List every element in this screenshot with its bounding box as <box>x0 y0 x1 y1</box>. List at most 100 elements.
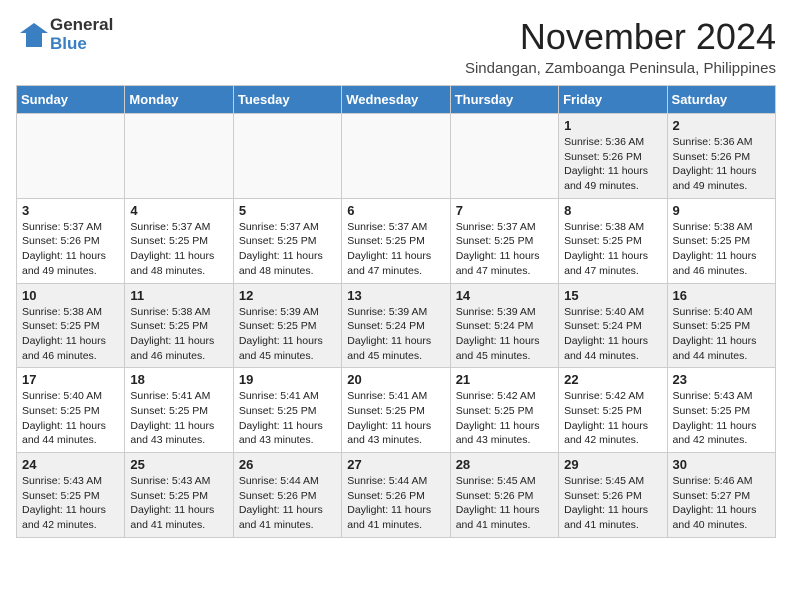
day-info: Sunrise: 5:44 AMSunset: 5:26 PMDaylight:… <box>239 474 336 533</box>
day-info: Sunrise: 5:41 AMSunset: 5:25 PMDaylight:… <box>130 389 227 448</box>
calendar-cell: 9 Sunrise: 5:38 AMSunset: 5:25 PMDaylight… <box>667 198 775 283</box>
calendar-week-row: 10Sunrise: 5:38 AMSunset: 5:25 PMDayligh… <box>17 283 776 368</box>
day-info: Sunrise: 5:36 AMSunset: 5:26 PMDaylight:… <box>564 135 661 194</box>
calendar-table: SundayMondayTuesdayWednesdayThursdayFrid… <box>16 85 776 538</box>
calendar-cell: 21 Sunrise: 5:42 AMSunset: 5:25 PMDayligh… <box>450 368 558 453</box>
calendar-cell <box>342 114 450 199</box>
day-number: 13 <box>347 288 444 303</box>
day-number: 6 <box>347 203 444 218</box>
day-number: 4 <box>130 203 227 218</box>
day-info: Sunrise: 5:40 AMSunset: 5:25 PMDaylight:… <box>673 305 770 364</box>
day-info: Sunrise: 5:37 AMSunset: 5:25 PMDaylight:… <box>456 220 553 279</box>
day-number: 19 <box>239 372 336 387</box>
calendar-cell: 3 Sunrise: 5:37 AMSunset: 5:26 PMDaylight… <box>17 198 125 283</box>
day-info: Sunrise: 5:39 AMSunset: 5:24 PMDaylight:… <box>347 305 444 364</box>
calendar-cell <box>450 114 558 199</box>
day-number: 18 <box>130 372 227 387</box>
day-info: Sunrise: 5:44 AMSunset: 5:26 PMDaylight:… <box>347 474 444 533</box>
calendar-cell: 26 Sunrise: 5:44 AMSunset: 5:26 PMDayligh… <box>233 453 341 538</box>
day-number: 9 <box>673 203 770 218</box>
weekday-header-friday: Friday <box>559 86 667 114</box>
day-number: 23 <box>673 372 770 387</box>
calendar-cell: 30 Sunrise: 5:46 AMSunset: 5:27 PMDayligh… <box>667 453 775 538</box>
calendar-cell: 22 Sunrise: 5:42 AMSunset: 5:25 PMDayligh… <box>559 368 667 453</box>
day-info: Sunrise: 5:40 AMSunset: 5:24 PMDaylight:… <box>564 305 661 364</box>
calendar-cell: 2 Sunrise: 5:36 AMSunset: 5:26 PMDaylight… <box>667 114 775 199</box>
day-number: 26 <box>239 457 336 472</box>
day-info: Sunrise: 5:42 AMSunset: 5:25 PMDaylight:… <box>564 389 661 448</box>
day-info: Sunrise: 5:43 AMSunset: 5:25 PMDaylight:… <box>22 474 119 533</box>
day-number: 21 <box>456 372 553 387</box>
calendar-week-row: 3 Sunrise: 5:37 AMSunset: 5:26 PMDaylight… <box>17 198 776 283</box>
day-info: Sunrise: 5:39 AMSunset: 5:25 PMDaylight:… <box>239 305 336 364</box>
logo-text: General Blue <box>50 16 113 53</box>
day-number: 5 <box>239 203 336 218</box>
weekday-header-sunday: Sunday <box>17 86 125 114</box>
calendar-week-row: 24 Sunrise: 5:43 AMSunset: 5:25 PMDayligh… <box>17 453 776 538</box>
day-info: Sunrise: 5:46 AMSunset: 5:27 PMDaylight:… <box>673 474 770 533</box>
page-header: General Blue November 2024 Sindangan, Za… <box>16 16 776 77</box>
day-info: Sunrise: 5:39 AMSunset: 5:24 PMDaylight:… <box>456 305 553 364</box>
day-info: Sunrise: 5:37 AMSunset: 5:26 PMDaylight:… <box>22 220 119 279</box>
weekday-header-monday: Monday <box>125 86 233 114</box>
calendar-cell: 27 Sunrise: 5:44 AMSunset: 5:26 PMDayligh… <box>342 453 450 538</box>
calendar-cell: 7 Sunrise: 5:37 AMSunset: 5:25 PMDaylight… <box>450 198 558 283</box>
day-number: 11 <box>130 288 227 303</box>
calendar-week-row: 17Sunrise: 5:40 AMSunset: 5:25 PMDayligh… <box>17 368 776 453</box>
calendar-cell <box>17 114 125 199</box>
calendar-cell: 24 Sunrise: 5:43 AMSunset: 5:25 PMDayligh… <box>17 453 125 538</box>
day-info: Sunrise: 5:41 AMSunset: 5:25 PMDaylight:… <box>239 389 336 448</box>
day-number: 28 <box>456 457 553 472</box>
calendar-cell: 12 Sunrise: 5:39 AMSunset: 5:25 PMDayligh… <box>233 283 341 368</box>
calendar-cell: 29 Sunrise: 5:45 AMSunset: 5:26 PMDayligh… <box>559 453 667 538</box>
calendar-cell: 23 Sunrise: 5:43 AMSunset: 5:25 PMDayligh… <box>667 368 775 453</box>
day-number: 25 <box>130 457 227 472</box>
calendar-cell <box>125 114 233 199</box>
day-number: 1 <box>564 118 661 133</box>
day-number: 15 <box>564 288 661 303</box>
day-number: 29 <box>564 457 661 472</box>
title-area: November 2024 Sindangan, Zamboanga Penin… <box>465 16 776 77</box>
day-number: 2 <box>673 118 770 133</box>
location-subtitle: Sindangan, Zamboanga Peninsula, Philippi… <box>465 60 776 77</box>
calendar-cell: 5 Sunrise: 5:37 AMSunset: 5:25 PMDaylight… <box>233 198 341 283</box>
day-number: 7 <box>456 203 553 218</box>
day-number: 30 <box>673 457 770 472</box>
day-info: Sunrise: 5:38 AMSunset: 5:25 PMDaylight:… <box>130 305 227 364</box>
day-number: 24 <box>22 457 119 472</box>
calendar-week-row: 1 Sunrise: 5:36 AMSunset: 5:26 PMDaylight… <box>17 114 776 199</box>
day-number: 22 <box>564 372 661 387</box>
calendar-cell: 18 Sunrise: 5:41 AMSunset: 5:25 PMDayligh… <box>125 368 233 453</box>
day-info: Sunrise: 5:36 AMSunset: 5:26 PMDaylight:… <box>673 135 770 194</box>
day-info: Sunrise: 5:41 AMSunset: 5:25 PMDaylight:… <box>347 389 444 448</box>
day-number: 27 <box>347 457 444 472</box>
day-number: 3 <box>22 203 119 218</box>
weekday-header-row: SundayMondayTuesdayWednesdayThursdayFrid… <box>17 86 776 114</box>
calendar-cell: 4Sunrise: 5:37 AMSunset: 5:25 PMDaylight… <box>125 198 233 283</box>
day-info: Sunrise: 5:43 AMSunset: 5:25 PMDaylight:… <box>673 389 770 448</box>
calendar-cell: 6 Sunrise: 5:37 AMSunset: 5:25 PMDaylight… <box>342 198 450 283</box>
day-info: Sunrise: 5:37 AMSunset: 5:25 PMDaylight:… <box>239 220 336 279</box>
day-info: Sunrise: 5:42 AMSunset: 5:25 PMDaylight:… <box>456 389 553 448</box>
calendar-cell: 25Sunrise: 5:43 AMSunset: 5:25 PMDayligh… <box>125 453 233 538</box>
day-info: Sunrise: 5:40 AMSunset: 5:25 PMDaylight:… <box>22 389 119 448</box>
day-info: Sunrise: 5:38 AMSunset: 5:25 PMDaylight:… <box>564 220 661 279</box>
logo: General Blue <box>16 16 113 53</box>
calendar-cell <box>233 114 341 199</box>
calendar-cell: 16Sunrise: 5:40 AMSunset: 5:25 PMDayligh… <box>667 283 775 368</box>
day-info: Sunrise: 5:38 AMSunset: 5:25 PMDaylight:… <box>22 305 119 364</box>
calendar-cell: 13 Sunrise: 5:39 AMSunset: 5:24 PMDayligh… <box>342 283 450 368</box>
weekday-header-thursday: Thursday <box>450 86 558 114</box>
calendar-cell: 20 Sunrise: 5:41 AMSunset: 5:25 PMDayligh… <box>342 368 450 453</box>
day-info: Sunrise: 5:37 AMSunset: 5:25 PMDaylight:… <box>347 220 444 279</box>
day-number: 12 <box>239 288 336 303</box>
day-number: 20 <box>347 372 444 387</box>
calendar-cell: 15 Sunrise: 5:40 AMSunset: 5:24 PMDayligh… <box>559 283 667 368</box>
logo-icon <box>16 19 48 51</box>
month-title: November 2024 <box>465 16 776 58</box>
day-info: Sunrise: 5:45 AMSunset: 5:26 PMDaylight:… <box>564 474 661 533</box>
day-info: Sunrise: 5:38 AMSunset: 5:25 PMDaylight:… <box>673 220 770 279</box>
weekday-header-saturday: Saturday <box>667 86 775 114</box>
logo-general: General <box>50 16 113 35</box>
weekday-header-tuesday: Tuesday <box>233 86 341 114</box>
